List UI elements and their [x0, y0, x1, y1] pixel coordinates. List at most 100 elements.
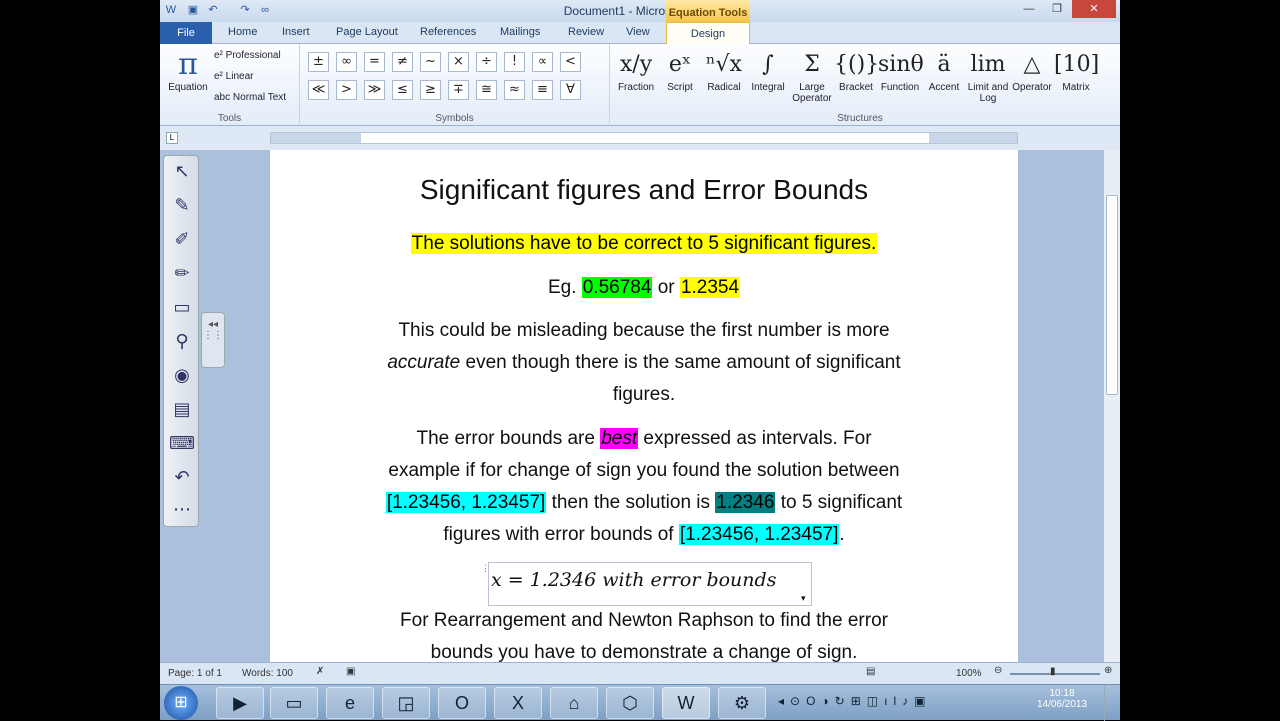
linear-button[interactable]: e² Linear — [214, 71, 253, 82]
tab-insert[interactable]: Insert — [282, 26, 310, 38]
tab-mailings[interactable]: Mailings — [500, 26, 540, 38]
structure-label: Fraction — [617, 82, 655, 93]
eraser-icon[interactable]: ▭ — [168, 294, 196, 322]
document-page[interactable]: Significant figures and Error Bounds The… — [270, 150, 1018, 662]
ink-toolbar-collapse[interactable]: ◂◂ ⋮⋮ — [201, 312, 225, 368]
pen-color-icon[interactable]: ✐ — [168, 226, 196, 254]
structure-button-large-operator[interactable]: Σ Large Operator — [790, 48, 834, 104]
tab-design[interactable]: Design — [666, 22, 750, 45]
keyboard-icon[interactable]: ⌨ — [168, 430, 196, 458]
clock[interactable]: 10:18 14/06/2013 — [1032, 688, 1092, 710]
vertical-scrollbar[interactable] — [1104, 150, 1120, 662]
outlook-icon[interactable]: O — [438, 687, 486, 719]
symbol-button[interactable]: ≈ — [504, 80, 525, 100]
word-taskbar-icon[interactable]: W — [662, 687, 710, 719]
structure-icon: sinθ — [878, 52, 924, 77]
print-layout-icon[interactable]: ▤ — [866, 666, 875, 677]
structure-button-accent[interactable]: ä Accent — [922, 48, 966, 93]
symbol-button[interactable]: = — [364, 52, 385, 72]
equation-button[interactable]: π Equation — [168, 48, 208, 94]
symbol-button[interactable]: ≡ — [532, 80, 553, 100]
tab-view[interactable]: View — [626, 26, 650, 38]
excel-icon[interactable]: X — [494, 687, 542, 719]
structure-button-limit-and-log[interactable]: lim Limit and Log — [966, 48, 1010, 104]
show-desktop-button[interactable] — [1104, 685, 1120, 721]
symbol-button[interactable]: < — [560, 52, 581, 72]
tab-selector-icon[interactable]: L — [166, 132, 178, 144]
symbol-button[interactable]: × — [448, 52, 469, 72]
more-ink-icon[interactable]: ⋯ — [168, 496, 196, 524]
pen-icon[interactable]: ✎ — [168, 192, 196, 220]
word-count[interactable]: Words: 100 — [242, 668, 293, 679]
structure-button-fraction[interactable]: x/y Fraction — [614, 48, 658, 93]
stamp-icon[interactable]: ⚲ — [168, 328, 196, 356]
tab-page-layout[interactable]: Page Layout — [336, 26, 398, 38]
symbol-button[interactable]: ∝ — [532, 52, 553, 72]
page-count[interactable]: Page: 1 of 1 — [168, 668, 222, 679]
fill-icon[interactable]: ◉ — [168, 362, 196, 390]
tab-home[interactable]: Home — [228, 26, 257, 38]
internet-explorer-icon[interactable]: e — [326, 687, 374, 719]
structure-button-integral[interactable]: ∫ Integral — [746, 48, 790, 93]
zoom-in-icon[interactable]: ⊕ — [1104, 665, 1112, 676]
restore-icon[interactable]: ❐ — [1044, 0, 1070, 18]
symbol-button[interactable]: ∀ — [560, 80, 581, 100]
zoom-thumb-icon[interactable]: ▮ — [1050, 666, 1056, 677]
symbol-button[interactable]: ≪ — [308, 80, 329, 100]
symbol-button[interactable]: ≥ — [420, 80, 441, 100]
symbol-button[interactable]: ≫ — [364, 80, 385, 100]
shape-icon[interactable]: ⬡ — [606, 687, 654, 719]
symbol-button[interactable]: > — [336, 80, 357, 100]
media-player-icon[interactable]: ▶ — [216, 687, 264, 719]
highlighter-icon[interactable]: ✏ — [168, 260, 196, 288]
minimize-icon[interactable]: — — [1016, 0, 1042, 18]
clock-time: 10:18 — [1049, 688, 1075, 699]
symbol-button[interactable]: ≠ — [392, 52, 413, 72]
structure-button-function[interactable]: sinθ Function — [878, 48, 924, 93]
structure-button-matrix[interactable]: [10] Matrix — [1054, 48, 1099, 93]
symbol-button[interactable]: ≤ — [392, 80, 413, 100]
symbol-button[interactable]: ÷ — [476, 52, 497, 72]
paragraph-2: Eg. 0.56784 or 1.2354 — [270, 272, 1018, 304]
structure-button-radical[interactable]: ⁿ√x Radical — [702, 48, 746, 93]
equation-options-icon[interactable]: ▾ — [801, 593, 806, 604]
symbol-button[interactable]: ± — [308, 52, 329, 72]
normal-text-button[interactable]: abc Normal Text — [214, 92, 286, 103]
highlight-yellow-2: 1.2354 — [679, 277, 741, 298]
macro-icon[interactable]: ▣ — [346, 666, 355, 677]
select-arrow-icon[interactable]: ↖ — [168, 158, 196, 186]
equation-box[interactable]: ⋮ x = 1.2346 with error bounds ▾ — [481, 562, 812, 606]
structures-group-label: Structures — [837, 113, 883, 124]
notepad-icon[interactable]: ▤ — [168, 396, 196, 424]
home-icon[interactable]: ⌂ — [550, 687, 598, 719]
structure-button-script[interactable]: eˣ Script — [658, 48, 702, 93]
professional-icon: e² — [214, 50, 226, 61]
tray-icons[interactable]: ◂⊙O◑↻⊞◫ıl♪▣ — [778, 694, 988, 708]
tab-review[interactable]: Review — [568, 26, 604, 38]
tool-icon[interactable]: ⚙ — [718, 687, 766, 719]
start-button-icon[interactable]: ⊞ — [164, 686, 198, 720]
zoom-out-icon[interactable]: ⊖ — [994, 665, 1002, 676]
scrollbar-thumb[interactable] — [1106, 195, 1118, 395]
ruler-bar[interactable] — [270, 132, 1018, 144]
tab-file[interactable]: File — [160, 22, 212, 44]
proofing-icon[interactable]: ✗ — [316, 666, 324, 677]
explorer-icon[interactable]: ▭ — [270, 687, 318, 719]
structure-button-bracket[interactable]: {()} Bracket — [834, 48, 879, 93]
equation-handle-icon[interactable]: ⋮ — [481, 563, 490, 574]
horizontal-ruler[interactable]: L — [160, 126, 1120, 150]
symbol-button[interactable]: ! — [504, 52, 525, 72]
structure-button-operator[interactable]: △ Operator — [1010, 48, 1054, 93]
undo-ink-icon[interactable]: ↶ — [168, 464, 196, 492]
word-window: W ▣ ↶ ↷ ∞ Document1 - Microsoft Word Equ… — [160, 0, 1120, 720]
app-icon[interactable]: ◲ — [382, 687, 430, 719]
symbol-button[interactable]: ∓ — [448, 80, 469, 100]
symbol-button[interactable]: ≅ — [476, 80, 497, 100]
tab-references[interactable]: References — [420, 26, 476, 38]
equation-text[interactable]: x = 1.2346 with error bounds — [491, 569, 776, 591]
symbol-button[interactable]: ∞ — [336, 52, 357, 72]
professional-button[interactable]: e² Professional — [214, 50, 281, 61]
close-icon[interactable]: ✕ — [1072, 0, 1116, 18]
zoom-level[interactable]: 100% — [956, 668, 982, 679]
symbol-button[interactable]: ~ — [420, 52, 441, 72]
